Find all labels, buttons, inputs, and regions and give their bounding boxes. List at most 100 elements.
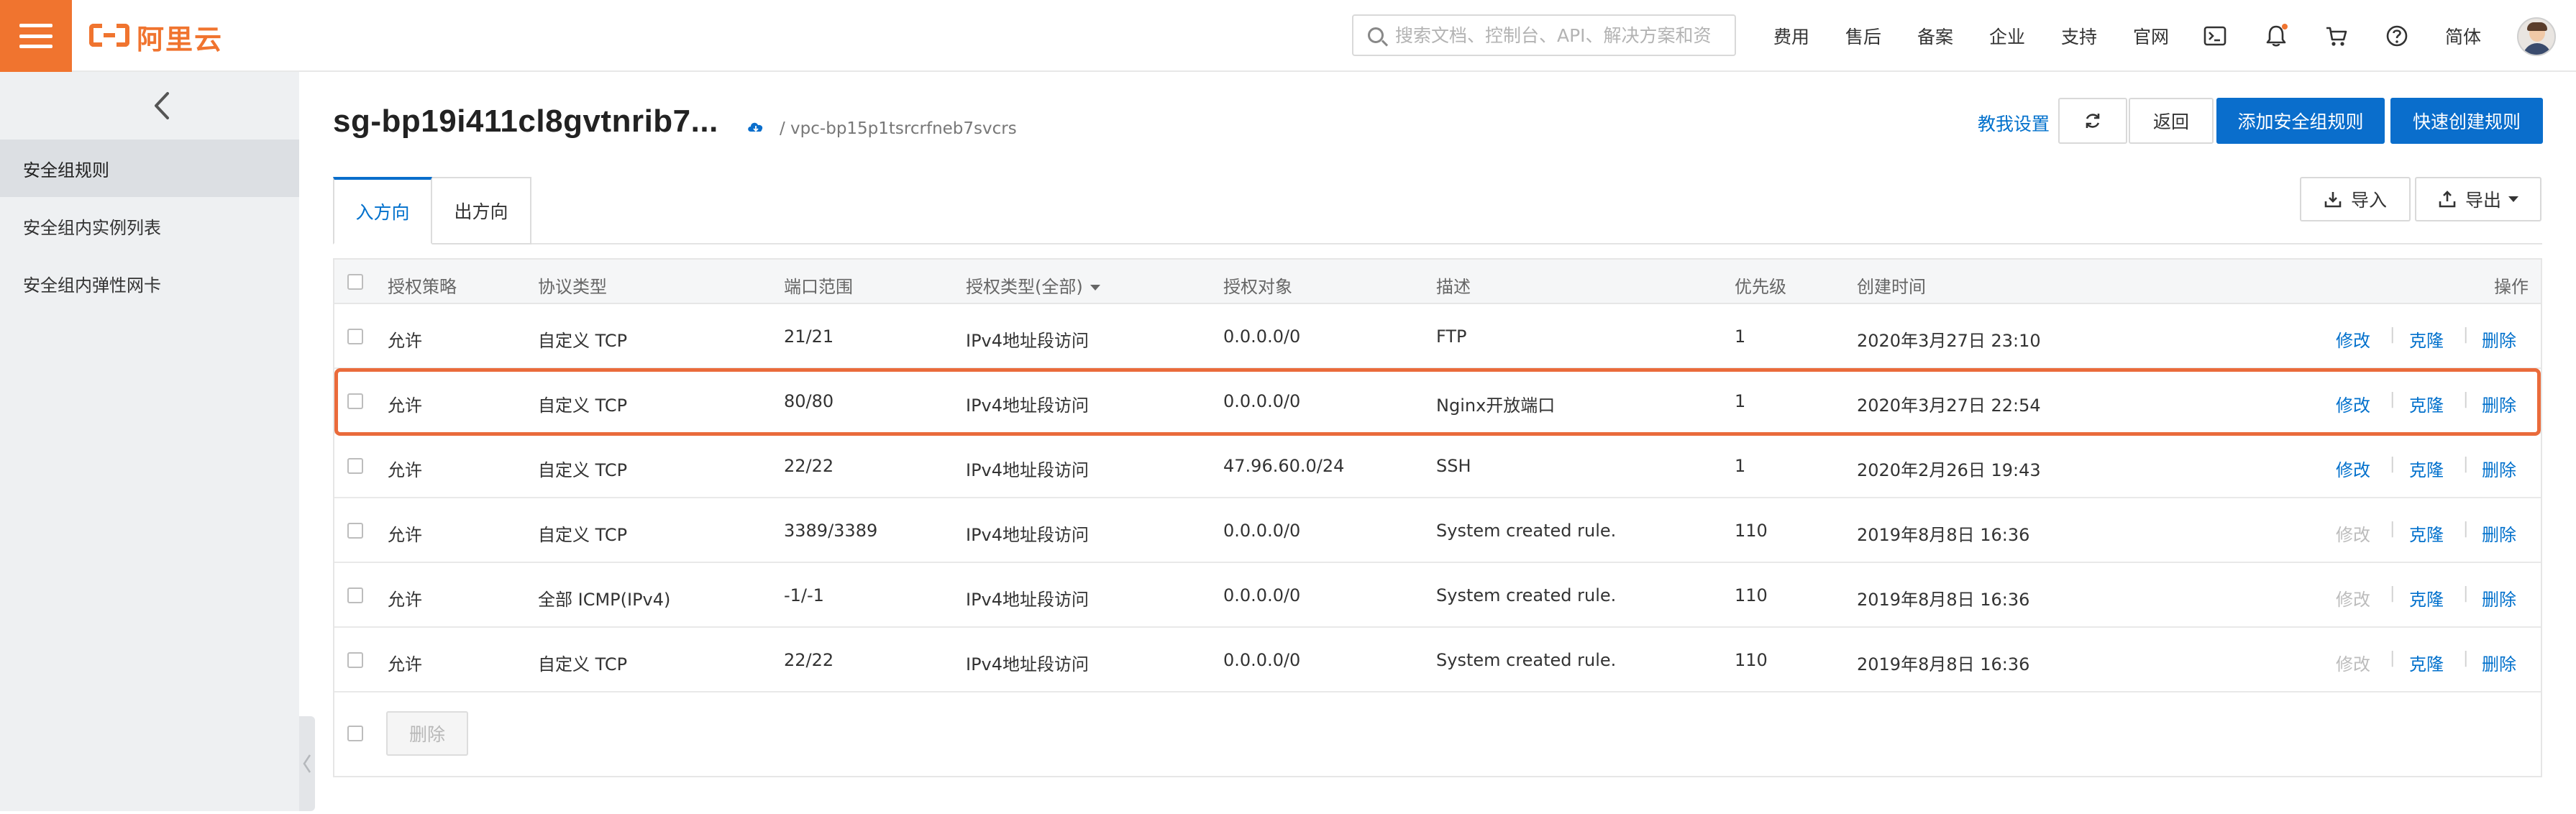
help-icon[interactable] — [2385, 24, 2409, 48]
clone-link[interactable]: 克隆 — [2409, 585, 2444, 610]
action-separator: | — [2390, 649, 2395, 667]
clone-link[interactable]: 克隆 — [2409, 391, 2444, 416]
action-separator: | — [2463, 585, 2469, 603]
chevron-left-icon[interactable] — [147, 89, 176, 122]
avatar[interactable] — [2517, 17, 2556, 56]
cell-desc: System created rule. — [1436, 521, 1617, 541]
topnav-after-sales[interactable]: 售后 — [1845, 0, 1881, 72]
topnav-official-site[interactable]: 官网 — [2133, 0, 2169, 72]
import-button[interactable]: 导入 — [2300, 177, 2411, 221]
delete-link[interactable]: 删除 — [2482, 585, 2516, 610]
row-checkbox[interactable] — [347, 329, 363, 344]
search-box[interactable] — [1352, 14, 1736, 56]
cart-icon[interactable] — [2324, 24, 2349, 48]
cell-auth-type: IPv4地址段访问 — [966, 460, 1090, 480]
delete-link[interactable]: 删除 — [2482, 326, 2516, 352]
row-checkbox[interactable] — [347, 587, 363, 603]
logo[interactable]: 阿里云 — [89, 20, 223, 55]
col-auth-type-filter[interactable]: 授权类型(全部) — [966, 273, 1100, 298]
clone-link[interactable]: 克隆 — [2409, 326, 2444, 352]
col-auth-type-label: 授权类型(全部) — [966, 277, 1083, 297]
aliyun-logo-icon — [89, 24, 129, 50]
batch-delete-button[interactable]: 删除 — [386, 711, 468, 756]
vpc-id[interactable]: / vpc-bp15p1tsrcrfneb7svcrs — [780, 119, 1017, 138]
tab-inbound[interactable]: 入方向 — [333, 177, 432, 244]
topnav-link[interactable]: 支持 — [2061, 23, 2097, 49]
col-desc: 描述 — [1436, 277, 1471, 297]
help-link[interactable]: 教我设置 — [1978, 110, 2050, 136]
topnav-fee[interactable]: 费用 — [1773, 0, 1809, 72]
sidebar-item-security-rules[interactable]: 安全组规则 — [0, 140, 299, 197]
clone-link[interactable]: 克隆 — [2409, 456, 2444, 481]
cell-port: 80/80 — [784, 391, 834, 411]
cell-object: 0.0.0.0/0 — [1223, 391, 1301, 411]
clone-link[interactable]: 克隆 — [2409, 650, 2444, 675]
delete-link[interactable]: 删除 — [2482, 521, 2516, 546]
delete-link[interactable]: 删除 — [2482, 391, 2516, 416]
cell-priority: 110 — [1735, 650, 1768, 670]
sidebar-item-eni[interactable]: 安全组内弹性网卡 — [0, 255, 299, 312]
select-all-checkbox[interactable] — [347, 274, 363, 290]
refresh-button[interactable] — [2058, 98, 2127, 144]
cell-object: 0.0.0.0/0 — [1223, 326, 1301, 347]
menu-button[interactable] — [0, 0, 72, 72]
row-checkbox[interactable] — [347, 652, 363, 668]
vpc-cloud-icon[interactable] — [746, 119, 765, 134]
upload-icon — [2439, 191, 2456, 208]
cell-auth-type: IPv4地址段访问 — [966, 525, 1090, 545]
edit-link[interactable]: 修改 — [2336, 326, 2370, 352]
topnav-link[interactable]: 备案 — [1917, 23, 1953, 49]
cell-auth-type: IPv4地址段访问 — [966, 590, 1090, 610]
cell-protocol: 自定义 TCP — [538, 525, 628, 545]
cell-object: 47.96.60.0/24 — [1223, 456, 1345, 476]
topnav-enterprise[interactable]: 企业 — [1989, 0, 2025, 72]
tab-outbound[interactable]: 出方向 — [431, 177, 531, 244]
cell-protocol: 全部 ICMP(IPv4) — [538, 590, 671, 610]
cell-policy: 允许 — [388, 525, 422, 545]
action-separator: | — [2390, 455, 2395, 473]
search-input[interactable] — [1394, 24, 1713, 47]
action-separator: | — [2390, 390, 2395, 408]
bell-icon[interactable] — [2264, 24, 2288, 48]
cell-auth-type: IPv4地址段访问 — [966, 395, 1090, 416]
edit-link[interactable]: 修改 — [2336, 456, 2370, 481]
row-checkbox[interactable] — [347, 523, 363, 539]
quick-create-rule-button[interactable]: 快速创建规则 — [2390, 98, 2543, 144]
cell-desc: FTP — [1436, 326, 1467, 347]
add-rule-button[interactable]: 添加安全组规则 — [2216, 98, 2385, 144]
topnav-support[interactable]: 支持 — [2061, 0, 2097, 72]
cell-created: 2019年8月8日 16:36 — [1857, 525, 2030, 545]
topnav-link[interactable]: 官网 — [2133, 23, 2169, 49]
topnav-link[interactable]: 售后 — [1845, 23, 1881, 49]
col-created: 创建时间 — [1857, 277, 1926, 297]
language-label[interactable]: 简体 — [2445, 23, 2481, 49]
topnav-link[interactable]: 企业 — [1989, 23, 2025, 49]
row-checkbox[interactable] — [347, 393, 363, 409]
edit-link[interactable]: 修改 — [2336, 391, 2370, 416]
topnav-link[interactable]: 费用 — [1773, 23, 1809, 49]
cell-object: 0.0.0.0/0 — [1223, 650, 1301, 670]
back-button[interactable]: 返回 — [2129, 98, 2214, 144]
sidebar-item-instance-list[interactable]: 安全组内实例列表 — [0, 197, 299, 255]
row-checkbox[interactable] — [347, 458, 363, 474]
export-dropdown[interactable]: 导出 — [2415, 177, 2541, 221]
cell-auth-type: IPv4地址段访问 — [966, 654, 1090, 674]
table-footer: 删除 — [334, 692, 2541, 776]
delete-link[interactable]: 删除 — [2482, 650, 2516, 675]
sidebar-item-label: 安全组规则 — [23, 160, 109, 180]
cell-policy: 允许 — [388, 460, 422, 480]
action-separator: | — [2390, 326, 2395, 344]
col-policy: 授权策略 — [388, 277, 457, 297]
table-row: 允许 全部 ICMP(IPv4) -1/-1 IPv4地址段访问 0.0.0.0/0 Sy… — [334, 563, 2541, 628]
table-row: 允许 自定义 TCP 22/22 IPv4地址段访问 47.96.60.0/24 SSH 1… — [334, 434, 2541, 498]
cell-protocol: 自定义 TCP — [538, 395, 628, 416]
topnav-filing[interactable]: 备案 — [1917, 0, 1953, 72]
clone-link[interactable]: 克隆 — [2409, 521, 2444, 546]
footer-select-all-checkbox[interactable] — [347, 726, 363, 741]
language-switch[interactable]: 简体 — [2445, 0, 2481, 72]
cell-created: 2020年2月26日 19:43 — [1857, 460, 2041, 480]
terminal-icon[interactable] — [2203, 24, 2227, 48]
delete-link[interactable]: 删除 — [2482, 456, 2516, 481]
sidebar-toggle-handle[interactable] — [299, 716, 315, 811]
action-separator: | — [2463, 390, 2469, 408]
